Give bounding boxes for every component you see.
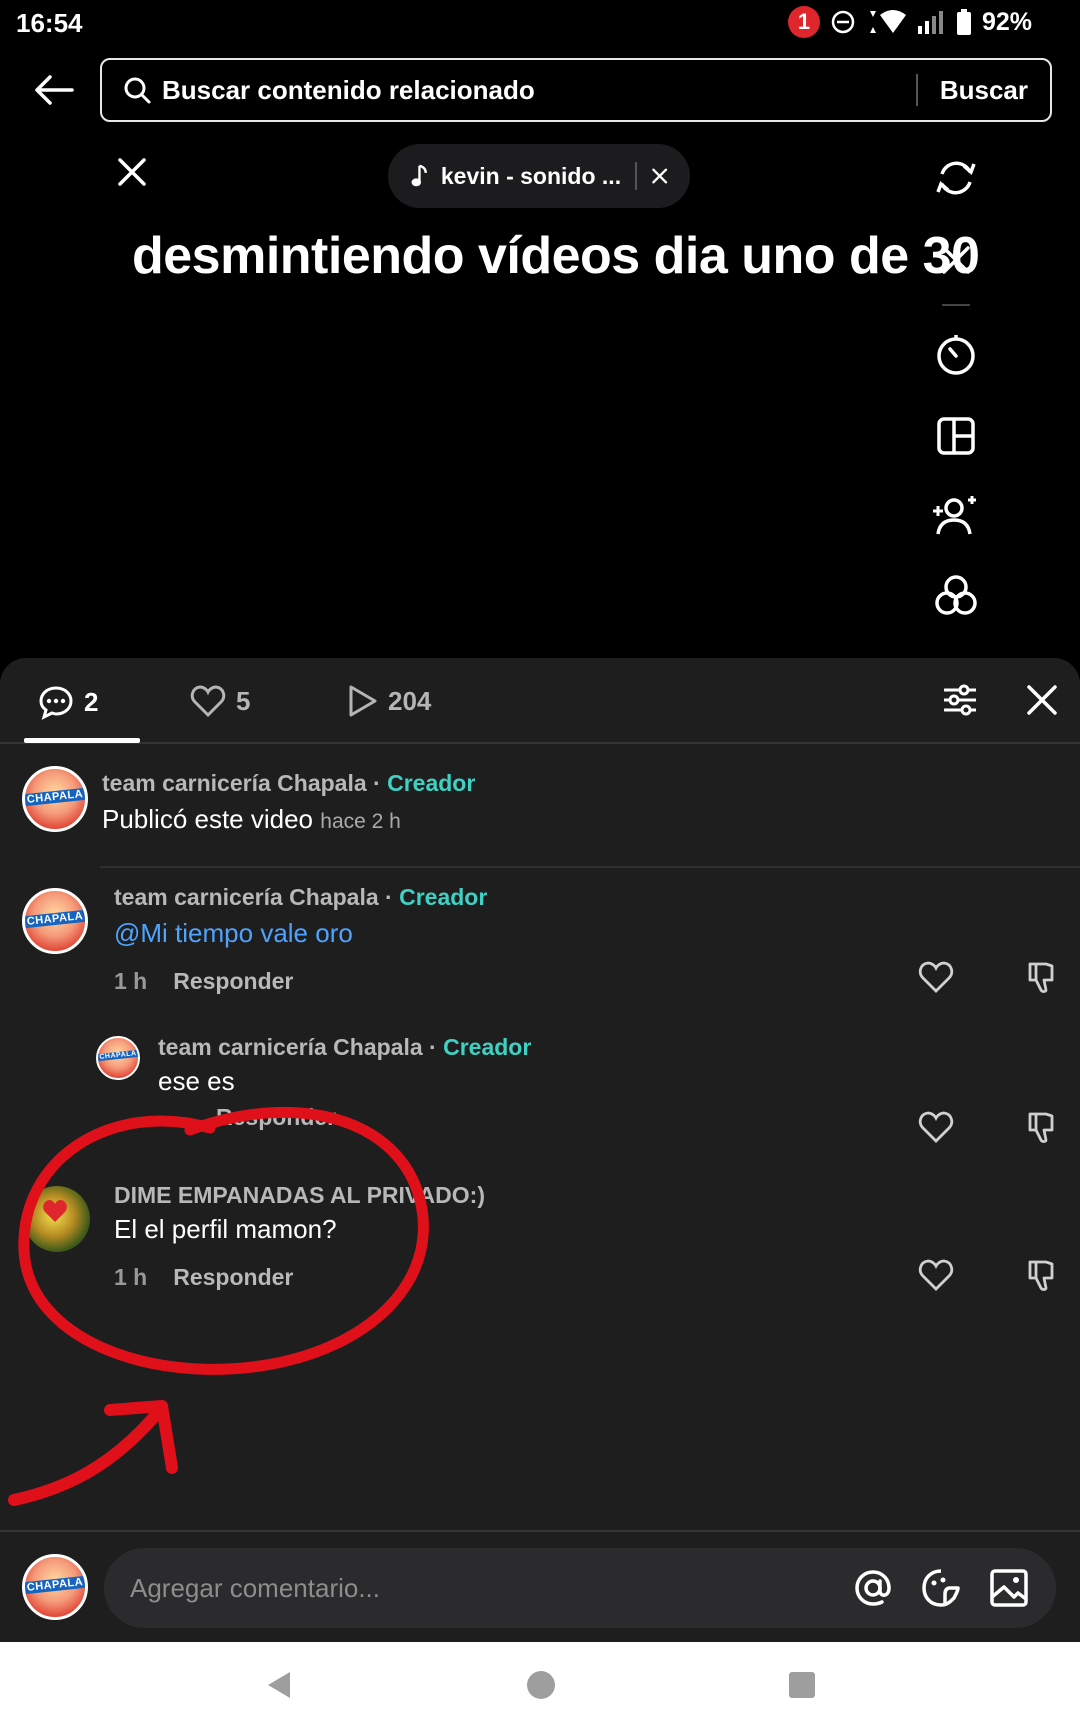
comment-body: El el perfil mamon? <box>114 1214 337 1244</box>
comment-author[interactable]: team carnicería Chapala · Creador <box>102 770 475 797</box>
filter-icon[interactable] <box>940 680 980 720</box>
comment-time: 1 h <box>114 968 148 994</box>
music-note-icon <box>411 164 427 187</box>
tab-comments[interactable]: 2 <box>38 684 98 720</box>
comment-body: ese es <box>158 1066 235 1096</box>
search-input[interactable]: Buscar contenido relacionado <box>162 75 916 106</box>
reply-button[interactable]: Responder <box>173 968 293 994</box>
add-person-icon[interactable] <box>932 492 980 540</box>
emoji-icon[interactable] <box>920 1567 962 1609</box>
sound-name: kevin - sonido ... <box>440 162 622 189</box>
dislike-icon[interactable] <box>1024 1110 1058 1144</box>
layout-icon[interactable] <box>932 412 980 460</box>
flash-off-icon[interactable] <box>932 236 980 284</box>
comment-meta: 1 h Responder <box>114 968 293 995</box>
back-arrow-icon[interactable] <box>32 68 76 112</box>
close-panel-icon[interactable] <box>1024 682 1060 718</box>
status-bar: 16:54 1 92% <box>0 0 1080 44</box>
avatar[interactable]: CHAPALA <box>22 766 88 832</box>
status-icons: 1 92% <box>787 6 1032 38</box>
avatar-label: CHAPALA <box>25 787 85 806</box>
composer-avatar: CHAPALA <box>22 1554 88 1620</box>
signal-icon <box>917 11 943 34</box>
timer-icon[interactable] <box>932 332 980 380</box>
like-count: 5 <box>236 685 251 716</box>
close-sound-icon[interactable] <box>651 165 668 187</box>
status-time: 16:54 <box>16 8 83 38</box>
comment-author[interactable]: team carnicería Chapala · Creador <box>114 884 487 911</box>
close-video-icon[interactable] <box>112 152 152 192</box>
reply-button[interactable]: Responder <box>216 1104 336 1130</box>
effects-icon[interactable] <box>932 572 980 620</box>
comment-meta: 1 h Responder <box>114 1264 293 1291</box>
author-name: team carnicería Chapala <box>102 770 367 796</box>
like-heart-icon[interactable] <box>918 1258 954 1292</box>
active-tab-indicator <box>24 738 140 743</box>
refresh-icon[interactable] <box>932 154 980 202</box>
comments-tabs: 2 5 204 <box>0 658 1080 744</box>
search-icon <box>124 77 151 104</box>
comment-author[interactable]: DIME EMPANADAS AL PRIVADO:) <box>114 1182 485 1209</box>
dislike-icon[interactable] <box>1024 1258 1058 1292</box>
reply-button[interactable]: Responder <box>173 1264 293 1290</box>
comment-author[interactable]: team carnicería Chapala · Creador <box>158 1034 531 1061</box>
toolbar-divider <box>942 304 970 306</box>
avatar-label: CHAPALA <box>98 1050 138 1062</box>
composer-divider <box>0 1530 1080 1532</box>
dislike-icon[interactable] <box>1024 960 1058 994</box>
play-count: 204 <box>388 685 432 716</box>
comment-input-placeholder[interactable]: Agregar comentario... <box>130 1573 852 1604</box>
comment-count: 2 <box>84 686 99 717</box>
creator-badge: Creador <box>443 1034 532 1060</box>
battery-icon <box>956 9 971 35</box>
author-name: team carnicería Chapala <box>158 1034 423 1060</box>
avatar[interactable]: CHAPALA <box>22 888 88 954</box>
comment-divider <box>100 866 1080 868</box>
video-title: desmintiendo vídeos dia uno de 30 <box>132 227 980 285</box>
nav-home-icon[interactable] <box>526 1670 556 1700</box>
avatar[interactable]: CHAPALA <box>96 1036 140 1080</box>
heart-sticker-icon <box>43 1200 67 1222</box>
battery-percent: 92% <box>981 7 1032 36</box>
mention-icon[interactable] <box>852 1567 894 1609</box>
like-heart-icon[interactable] <box>918 960 954 994</box>
creator-badge: Creador <box>387 770 476 796</box>
play-icon <box>349 685 377 717</box>
image-upload-icon[interactable] <box>988 1567 1030 1609</box>
author-name: team carnicería Chapala <box>114 884 379 910</box>
tab-likes[interactable]: 5 <box>190 684 250 718</box>
nav-back-icon[interactable] <box>264 1670 294 1700</box>
comment-body: Publicó este video <box>102 804 314 834</box>
nav-recents-icon[interactable] <box>788 1670 816 1700</box>
do-not-disturb-icon <box>831 10 855 34</box>
comments-panel: 2 5 204 CHAPALA team carnicería Chapala … <box>0 658 1080 1642</box>
system-nav-bar <box>0 1642 1080 1728</box>
comment-meta: Responder <box>190 1104 336 1131</box>
wifi-icon <box>869 10 906 33</box>
comment-mention[interactable]: @Mi tiempo vale oro <box>114 918 353 949</box>
avatar-label: CHAPALA <box>25 1575 85 1594</box>
search-bar[interactable]: Buscar contenido relacionado Buscar <box>100 58 1052 122</box>
sound-divider <box>635 162 637 190</box>
like-heart-icon[interactable] <box>918 1110 954 1144</box>
notification-badge: 1 <box>787 6 820 38</box>
comment-text: Publicó este video hace 2 h <box>102 804 401 835</box>
heart-icon <box>190 685 226 718</box>
avatar[interactable] <box>24 1186 90 1252</box>
creator-badge: Creador <box>399 884 488 910</box>
avatar-label: CHAPALA <box>25 909 85 928</box>
comment-input[interactable]: Agregar comentario... <box>104 1548 1056 1628</box>
search-button[interactable]: Buscar <box>918 75 1050 106</box>
comment-icon <box>39 686 73 720</box>
comment-time: 1 h <box>114 1264 148 1290</box>
tab-plays[interactable]: 204 <box>346 684 431 718</box>
sound-pill[interactable]: kevin - sonido ... <box>388 144 690 208</box>
comment-time: hace 2 h <box>320 810 401 833</box>
